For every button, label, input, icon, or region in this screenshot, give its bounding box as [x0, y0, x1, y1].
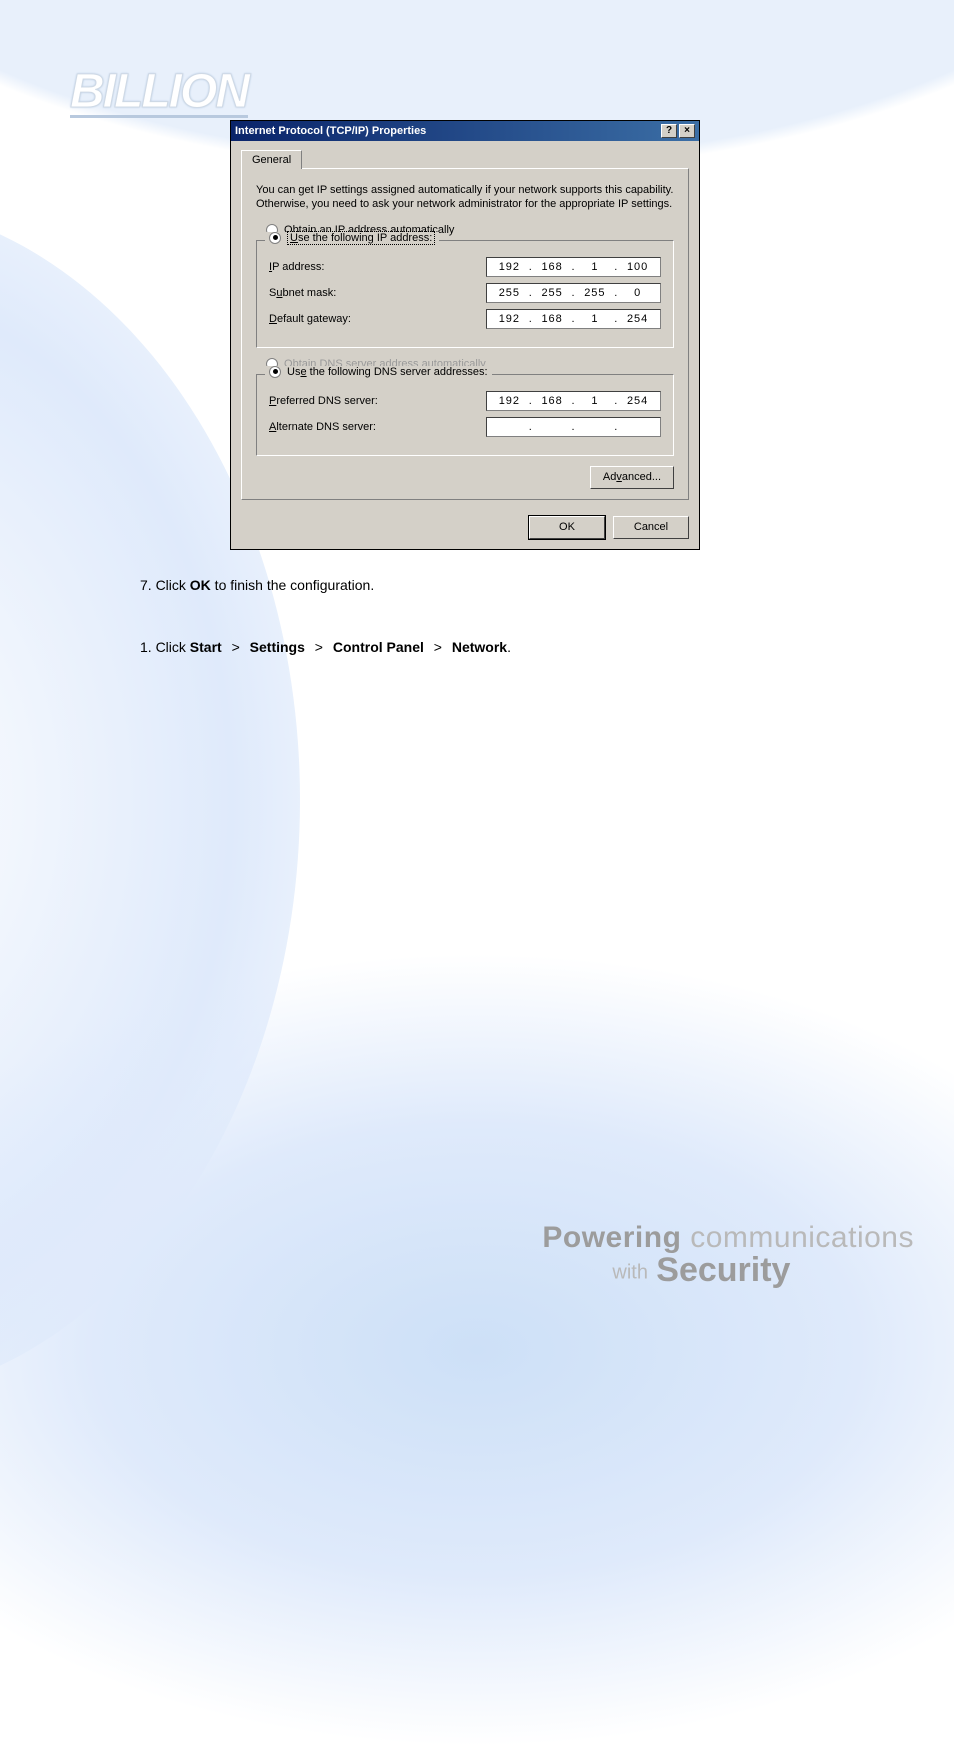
radio-use-ip-label: Use the following IP address:	[287, 232, 435, 244]
ip-seg: 192	[491, 313, 528, 325]
tcpip-properties-dialog: Internet Protocol (TCP/IP) Properties ? …	[230, 120, 700, 550]
ip-seg: 192	[491, 261, 528, 273]
subnet-mask-input[interactable]: 255. 255. 255. 0	[486, 283, 661, 303]
step-1: 1. Click Start > Settings > Control Pane…	[140, 636, 854, 658]
ip-seg: 168	[534, 395, 571, 407]
ip-address-label: IP address:	[269, 261, 324, 273]
footer-word: Powering	[542, 1221, 681, 1254]
dialog-titlebar: Internet Protocol (TCP/IP) Properties ? …	[231, 121, 699, 141]
step-bold: Control Panel	[333, 639, 424, 655]
default-gateway-input[interactable]: 192. 168. 1. 254	[486, 309, 661, 329]
ip-seg: 255	[491, 287, 528, 299]
step-bold: Network	[452, 639, 507, 655]
alt-dns-label: Alternate DNS server:	[269, 421, 376, 433]
ip-seg: 168	[534, 261, 571, 273]
brand-logo: BILLION	[70, 70, 248, 118]
separator: >	[434, 639, 442, 655]
subnet-mask-label: Subnet mask:	[269, 287, 336, 299]
tab-general[interactable]: General	[241, 150, 302, 169]
ip-address-input[interactable]: 192. 168. 1. 100	[486, 257, 661, 277]
dns-group: Use the following DNS server addresses: …	[256, 374, 674, 456]
step-text: .	[507, 639, 511, 655]
step-bold: Settings	[250, 639, 305, 655]
ip-seg: 192	[491, 395, 528, 407]
dialog-title: Internet Protocol (TCP/IP) Properties	[235, 125, 426, 137]
separator: >	[232, 639, 240, 655]
footer-word: Security	[656, 1251, 790, 1289]
ip-address-group: Use the following IP address: IP address…	[256, 240, 674, 348]
document-body: 7. Click OK to finish the configuration.…	[140, 574, 854, 659]
advanced-button[interactable]: Advanced...	[590, 466, 674, 489]
step-bold: OK	[190, 577, 211, 593]
ip-seg: 100	[619, 261, 656, 273]
ip-seg: 254	[619, 313, 656, 325]
radio-use-dns-label: Use the following DNS server addresses:	[287, 366, 488, 378]
ip-seg: 254	[619, 395, 656, 407]
help-button[interactable]: ?	[661, 124, 677, 138]
pref-dns-input[interactable]: 192. 168. 1. 254	[486, 391, 661, 411]
ip-seg: 1	[577, 313, 614, 325]
ip-seg: 1	[577, 395, 614, 407]
ip-seg: 1	[577, 261, 614, 273]
alt-dns-input[interactable]: . . .	[486, 417, 661, 437]
dialog-description: You can get IP settings assigned automat…	[256, 183, 674, 212]
default-gateway-label: Default gateway:	[269, 313, 351, 325]
step-bold: Start	[190, 639, 222, 655]
radio-use-ip[interactable]	[269, 232, 281, 244]
step-text: 1. Click	[140, 639, 190, 655]
footer-brand: Powering communications with Security	[542, 1221, 914, 1290]
footer-word: with	[612, 1262, 648, 1284]
pref-dns-label: Preferred DNS server:	[269, 395, 378, 407]
footer-word: communications	[690, 1221, 914, 1254]
cancel-button[interactable]: Cancel	[613, 516, 689, 539]
close-button[interactable]: ×	[679, 124, 695, 138]
ip-seg: 255	[534, 287, 571, 299]
radio-use-dns[interactable]	[269, 366, 281, 378]
step-7: 7. Click OK to finish the configuration.	[140, 574, 854, 596]
ip-seg: 168	[534, 313, 571, 325]
ip-seg: 0	[619, 287, 656, 299]
separator: >	[315, 639, 323, 655]
ok-button[interactable]: OK	[529, 516, 605, 539]
ip-seg: 255	[577, 287, 614, 299]
step-text: to finish the configuration.	[211, 577, 374, 593]
step-text: 7. Click	[140, 577, 190, 593]
